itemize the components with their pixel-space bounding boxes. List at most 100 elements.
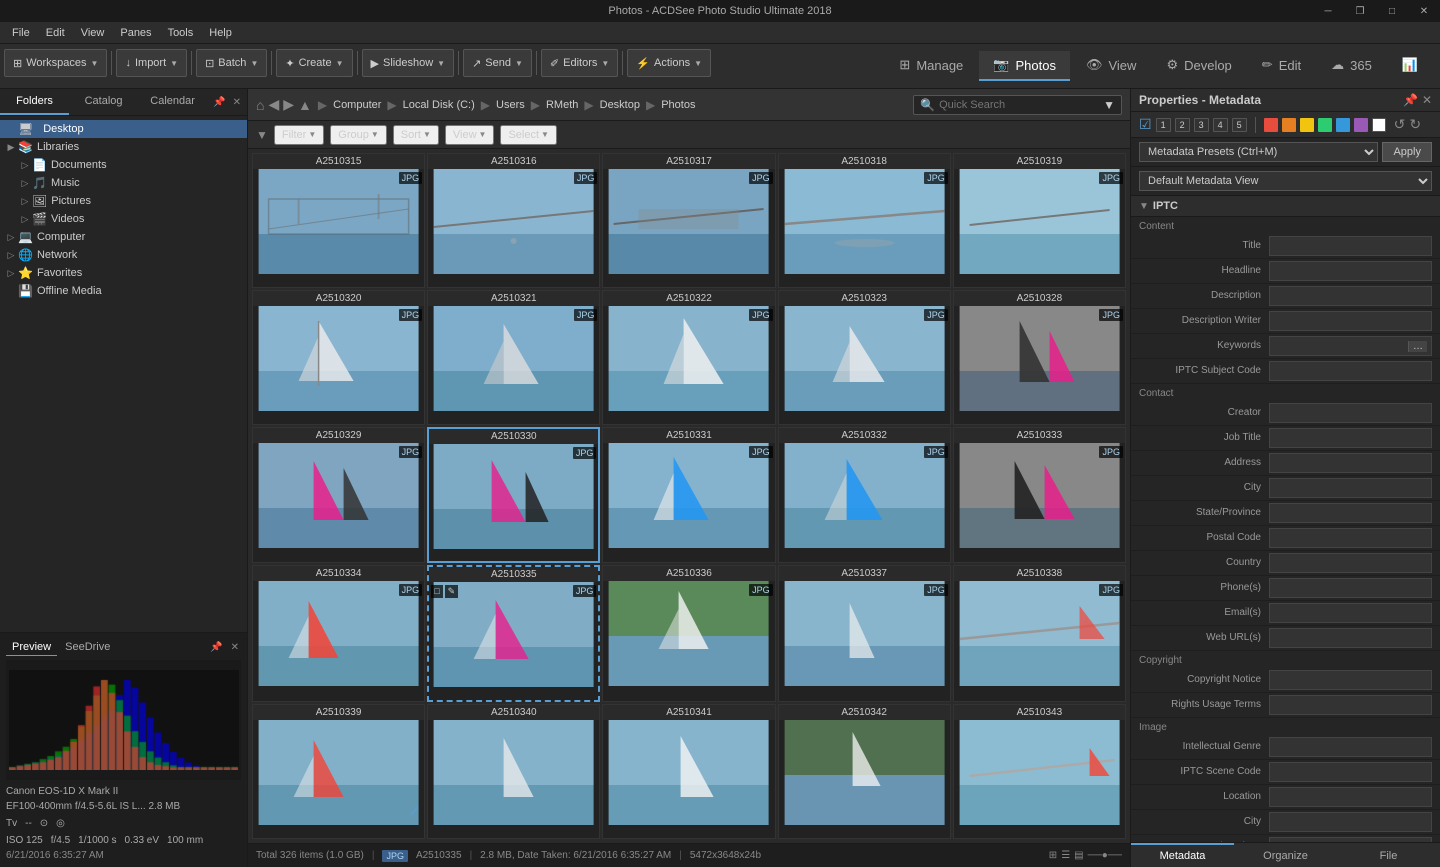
iptc-header[interactable]: ▼ IPTC bbox=[1131, 196, 1440, 217]
iptc-value-postal[interactable] bbox=[1269, 528, 1432, 548]
iptc-input-state[interactable] bbox=[1274, 508, 1427, 519]
photo-cell-A2510341[interactable]: A2510341 bbox=[602, 704, 775, 839]
expand-libraries-icon[interactable]: ▶ bbox=[4, 142, 18, 153]
expand-computer-icon[interactable]: ▷ bbox=[4, 232, 18, 243]
photo-cell-A2510333[interactable]: A2510333 JPG bbox=[953, 427, 1126, 564]
restore-button[interactable]: ❐ bbox=[1344, 0, 1376, 22]
grid-view-icon[interactable]: ⊞ bbox=[1049, 850, 1057, 861]
photo-cell-A2510322[interactable]: A2510322 JPG bbox=[602, 290, 775, 425]
photo-cell-A2510334[interactable]: A2510334 JPG bbox=[252, 565, 425, 702]
rotate-cw-icon[interactable]: ↻ bbox=[1409, 116, 1421, 133]
expand-favorites-icon[interactable]: ▷ bbox=[4, 268, 18, 279]
iptc-input-web[interactable] bbox=[1274, 633, 1427, 644]
view-button[interactable]: View ▼ bbox=[445, 125, 495, 145]
iptc-value-intellectual-genre[interactable] bbox=[1269, 737, 1432, 757]
tab-calendar[interactable]: Calendar bbox=[138, 89, 207, 115]
props-num-4[interactable]: 4 bbox=[1213, 118, 1228, 132]
preview-pin-icon[interactable]: 📌 bbox=[208, 640, 224, 655]
photo-cell-A2510318[interactable]: A2510318 JPG bbox=[778, 153, 951, 288]
search-dropdown-icon[interactable]: ▼ bbox=[1103, 98, 1115, 112]
tree-item-pictures[interactable]: ▷ 🖼 Pictures bbox=[0, 192, 247, 210]
menu-edit[interactable]: Edit bbox=[38, 25, 73, 41]
color-green-dot[interactable] bbox=[1318, 118, 1332, 132]
props-close-icon[interactable]: ✕ bbox=[1422, 93, 1432, 107]
props-num-3[interactable]: 3 bbox=[1194, 118, 1209, 132]
tab-metadata[interactable]: Metadata bbox=[1131, 843, 1234, 867]
iptc-value-address[interactable] bbox=[1269, 453, 1432, 473]
actions-button[interactable]: ⚡ Actions ▼ bbox=[627, 49, 711, 77]
menu-tools[interactable]: Tools bbox=[160, 25, 202, 41]
path-rmeth[interactable]: RMeth bbox=[546, 99, 578, 111]
iptc-value-headline[interactable] bbox=[1269, 261, 1432, 281]
iptc-input-copyright-notice[interactable] bbox=[1274, 675, 1427, 686]
group-button[interactable]: Group ▼ bbox=[330, 125, 387, 145]
path-computer[interactable]: Computer bbox=[333, 99, 381, 111]
thumb-size-slider[interactable]: ──●── bbox=[1088, 850, 1122, 861]
iptc-value-phone[interactable] bbox=[1269, 578, 1432, 598]
nav-up-icon[interactable]: ▲ bbox=[298, 97, 312, 113]
iptc-input-desc-writer[interactable] bbox=[1274, 316, 1427, 327]
photo-cell-A2510319[interactable]: A2510319 JPG bbox=[953, 153, 1126, 288]
folders-tree[interactable]: 🖥 Desktop ▶ 📚 Libraries ▷ 📄 Documents ▷ … bbox=[0, 116, 247, 632]
tab-preview[interactable]: Preview bbox=[6, 639, 57, 656]
color-orange-dot[interactable] bbox=[1282, 118, 1296, 132]
photo-cell-A2510329[interactable]: A2510329 JPG bbox=[252, 427, 425, 564]
editors-button[interactable]: ✐ Editors ▼ bbox=[541, 49, 618, 77]
photo-cell-A2510315[interactable]: A2510315 JPG bbox=[252, 153, 425, 288]
color-red-dot[interactable] bbox=[1264, 118, 1278, 132]
close-button[interactable]: ✕ bbox=[1408, 0, 1440, 22]
menu-help[interactable]: Help bbox=[201, 25, 240, 41]
tab-manage[interactable]: ⊞ Manage bbox=[885, 51, 977, 81]
expand-music-icon[interactable]: ▷ bbox=[18, 178, 32, 189]
tab-file[interactable]: File bbox=[1337, 843, 1440, 867]
iptc-input-headline[interactable] bbox=[1274, 266, 1427, 277]
iptc-input-rights-usage[interactable] bbox=[1274, 700, 1427, 711]
path-photos[interactable]: Photos bbox=[661, 99, 695, 111]
iptc-input-subject-code[interactable] bbox=[1274, 366, 1427, 377]
iptc-value-title[interactable] bbox=[1269, 236, 1432, 256]
tab-develop[interactable]: ⚙ Develop bbox=[1152, 51, 1245, 81]
iptc-input-address[interactable] bbox=[1274, 458, 1427, 469]
photo-cell-A2510332[interactable]: A2510332 JPG bbox=[778, 427, 951, 564]
iptc-value-subject-code[interactable] bbox=[1269, 361, 1432, 381]
import-button[interactable]: ↓ Import ▼ bbox=[116, 49, 187, 77]
photo-cell-A2510317[interactable]: A2510317 JPG bbox=[602, 153, 775, 288]
tree-item-desktop[interactable]: 🖥 Desktop bbox=[0, 120, 247, 138]
tree-item-libraries[interactable]: ▶ 📚 Libraries bbox=[0, 138, 247, 156]
preview-close-icon[interactable]: ✕ bbox=[229, 640, 241, 655]
batch-button[interactable]: ⊡ Batch ▼ bbox=[196, 49, 267, 77]
nav-home-icon[interactable]: ⌂ bbox=[256, 97, 264, 113]
iptc-input-email[interactable] bbox=[1274, 608, 1427, 619]
props-view-select[interactable]: Default Metadata View bbox=[1139, 171, 1432, 191]
iptc-input-job-title[interactable] bbox=[1274, 433, 1427, 444]
expand-videos-icon[interactable]: ▷ bbox=[18, 214, 32, 225]
tab-photos[interactable]: 📷 Photos bbox=[979, 51, 1070, 81]
props-preset-select[interactable]: Metadata Presets (Ctrl+M) bbox=[1139, 142, 1378, 162]
photo-cell-A2510337[interactable]: A2510337 JPG bbox=[778, 565, 951, 702]
props-num-1[interactable]: 1 bbox=[1156, 118, 1171, 132]
filter-button[interactable]: Filter ▼ bbox=[274, 125, 324, 145]
maximize-button[interactable]: □ bbox=[1376, 0, 1408, 22]
tree-item-documents[interactable]: ▷ 📄 Documents bbox=[0, 156, 247, 174]
color-yellow-dot[interactable] bbox=[1300, 118, 1314, 132]
iptc-value-description[interactable] bbox=[1269, 286, 1432, 306]
photo-cell-A2510338[interactable]: A2510338 JPG bbox=[953, 565, 1126, 702]
props-pin-icon[interactable]: 📌 bbox=[1403, 93, 1418, 107]
iptc-input-keywords[interactable] bbox=[1274, 341, 1408, 352]
iptc-input-title[interactable] bbox=[1274, 241, 1427, 252]
search-input[interactable] bbox=[939, 99, 1099, 111]
iptc-value-keywords[interactable]: … bbox=[1269, 336, 1432, 356]
expand-network-icon[interactable]: ▷ bbox=[4, 250, 18, 261]
slideshow-button[interactable]: ▶ Slideshow ▼ bbox=[362, 49, 455, 77]
iptc-value-creator[interactable] bbox=[1269, 403, 1432, 423]
list-view-icon[interactable]: ☰ bbox=[1061, 850, 1070, 861]
tree-item-offline[interactable]: 💾 Offline Media bbox=[0, 282, 247, 300]
color-purple-dot[interactable] bbox=[1354, 118, 1368, 132]
photo-cell-A2510339[interactable]: A2510339 ✓ bbox=[252, 704, 425, 839]
iptc-value-copyright-notice[interactable] bbox=[1269, 670, 1432, 690]
iptc-input-postal[interactable] bbox=[1274, 533, 1427, 544]
photo-cell-A2510335[interactable]: A2510335 JPG □ ✎ bbox=[427, 565, 600, 702]
sidebar-close-icon[interactable]: ✕ bbox=[231, 95, 243, 110]
photo-cell-A2510320[interactable]: A2510320 JPG bbox=[252, 290, 425, 425]
iptc-input-location[interactable] bbox=[1274, 792, 1427, 803]
